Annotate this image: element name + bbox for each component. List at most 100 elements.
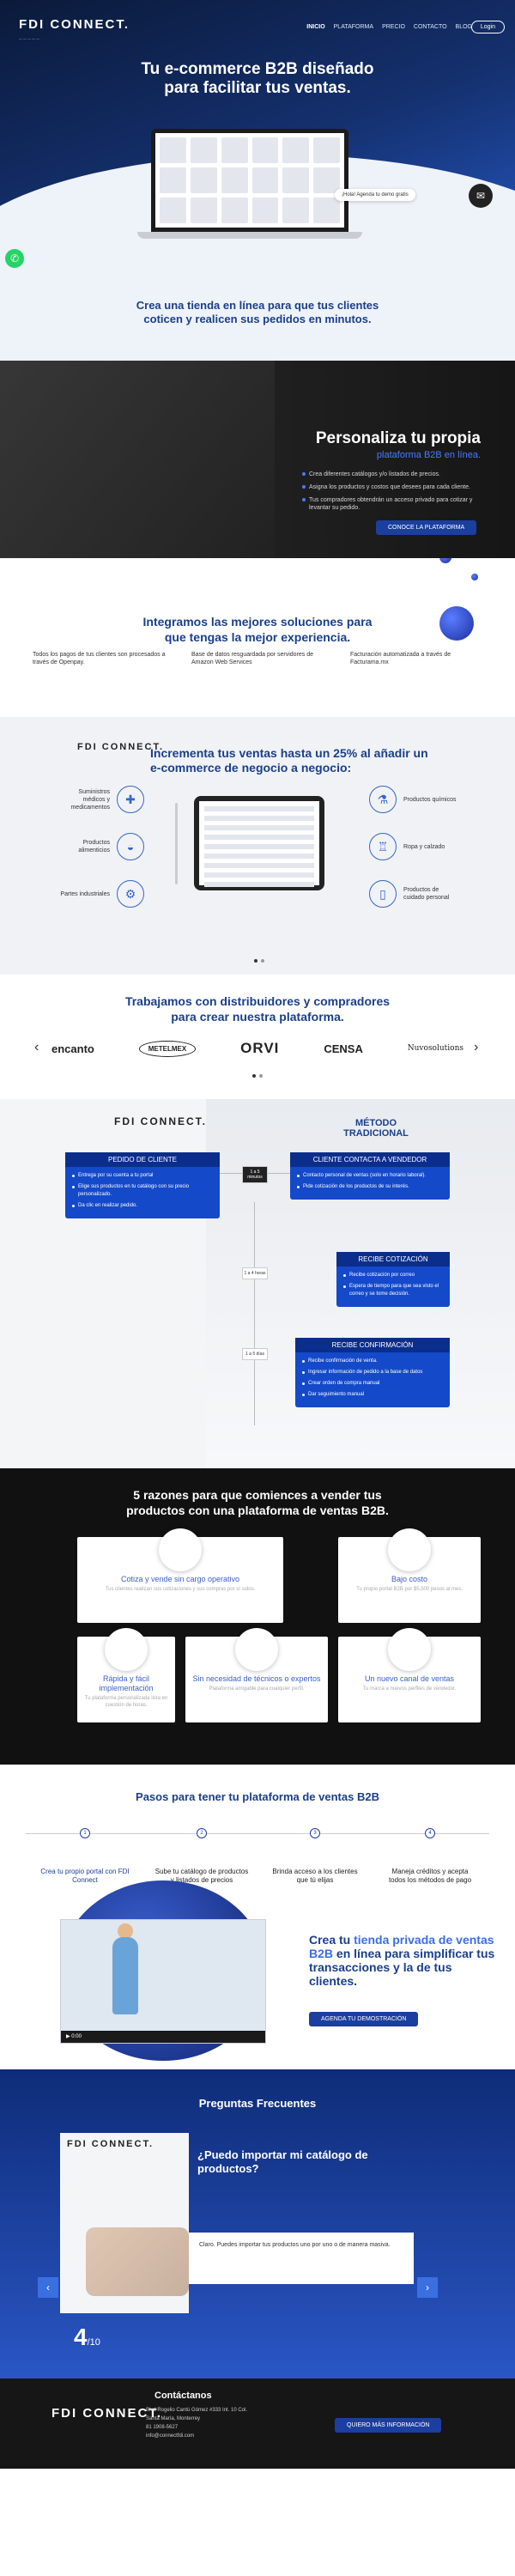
list-item: Recibe cotización por correo [343,1272,443,1279]
chevron-left-icon[interactable]: ‹ [34,1040,39,1055]
industry-clothing: ♖ Ropa y calzado [369,833,472,860]
video-controls[interactable]: ▶ 0:00 [61,2031,265,2043]
nav-item-plataforma[interactable]: PLATAFORMA [334,24,373,30]
integration-facturama: Facturación automatizada a través de Fac… [350,652,451,665]
partner-logo-nuvosolutions: Nuvosolutions [407,1044,464,1053]
industry-label: Productos químicos [403,796,457,803]
carousel-dots [252,1074,263,1078]
top-nav: FDI CONNECT. ————— INICIO PLATAFORMA PREC… [0,18,515,45]
faq-section: Preguntas Frecuentes FDI CONNECT. ¿Puedo… [0,2069,515,2379]
conoce-plataforma-button[interactable]: CONOCE LA PLATAFORMA [376,520,477,535]
list-item: Tus compradores obtendrán un acceso priv… [302,496,482,512]
incrementa-title: Incrementa tus ventas hasta un 25% al añ… [150,746,459,775]
flask-icon: ⚗ [369,786,397,813]
laptop-screen [155,133,344,228]
stylus-pen [175,803,178,884]
nav-item-contacto[interactable]: CONTACTO [414,24,447,30]
fdi-order-card: PEDIDO DE CLIENTE Entrega por su cuenta … [65,1152,220,1218]
shirt-icon: ♖ [369,833,397,860]
partner-logo-censa: CENSA [324,1042,363,1055]
partner-logos: encanto METELMEX ORVI CENSA Nuvosolution… [52,1040,464,1057]
list-item: Da clic en realizar pedido. [72,1202,213,1210]
chevron-left-icon[interactable]: ‹ [38,2277,58,2298]
hand-laptop-image [86,2227,189,2296]
video-player[interactable]: ▶ 0:00 [60,1919,266,2044]
chevron-right-icon[interactable]: › [474,1040,478,1055]
footer-phone[interactable]: 81 1908-5627 [146,2423,247,2432]
chat-prompt[interactable]: ¡Hola! Agenda tu demo gratis [335,189,415,201]
footer-email[interactable]: info@connectfdi.com [146,2432,247,2440]
hero-subtitle: Crea una tienda en línea para que tus cl… [0,299,515,326]
reason-icon [105,1628,148,1671]
carousel-dot[interactable] [259,1074,263,1078]
timeline-line [254,1202,255,1425]
reason-title: Un nuevo canal de ventas [364,1674,455,1683]
partner-logo-encanto: encanto [52,1042,94,1055]
step-number: 4 [425,1828,435,1838]
carousel-dot[interactable] [254,959,258,963]
industry-chemicals: ⚗ Productos químicos [369,786,472,813]
incrementa-title-line2: e-commerce de negocio a negocio: [150,761,352,775]
hero-subtitle-line2: coticen y realicen sus pedidos en minuto… [143,313,372,325]
faq-question: ¿Puedo importar mi catálogo de productos… [197,2148,368,2175]
laptop-mockup [151,129,348,232]
person-illustration [112,1937,138,2014]
traditional-title: MÉTODO TRADICIONAL [342,1118,410,1139]
step-number: 1 [80,1828,90,1838]
step-text: Maneja créditos y acepta todos los métod… [388,1868,472,1884]
integration-aws: Base de datos resguardada por servidores… [191,652,314,665]
carousel-dots [254,959,264,963]
laptop-base [137,232,362,239]
footer-heading: Contáctanos [154,2391,212,2401]
agenda-demo-button[interactable]: AGENDA TU DEMOSTRACIÓN [309,2012,419,2026]
connector-line [220,1173,242,1174]
reason-title: Bajo costo [391,1575,428,1583]
faq-current: 4 [74,2324,88,2350]
list-item: Entrega por su cuenta a tu portal [72,1172,213,1180]
partner-logo-metelmex: METELMEX [138,1040,197,1057]
industry-label: Suministros médicos y medicamentos [70,788,110,811]
integramos-title-line1: Integramos las mejores soluciones para [142,615,373,629]
step-text: Brinda acceso a los clientes que tú elij… [272,1868,358,1884]
card-header: PEDIDO DE CLIENTE [65,1152,220,1167]
reasons-title-line1: 5 razones para que comiences a vender tu… [133,1488,382,1502]
reason-icon [388,1528,431,1571]
cta-text: Crea tu [309,1933,354,1947]
partner-logo-orvi: ORVI [240,1040,280,1056]
nav-item-blog[interactable]: BLOG [456,24,472,30]
comparison-section: FDI CONNECT. MÉTODO TRADICIONAL PEDIDO DE… [0,1099,515,1468]
integramos-section: Integramos las mejores soluciones para qu… [0,558,515,717]
cta-text: en línea para simplificar tus transaccio… [309,1947,495,1988]
trad-confirm-card: RECIBE CONFIRMACIÓN Recibe confirmación … [295,1338,450,1407]
partners-section: Trabajamos con distribuidores y comprado… [0,975,515,1099]
whatsapp-icon[interactable]: ✆ [5,249,24,268]
reason-card: Un nuevo canal de ventas Tu marca a nuev… [338,1628,481,1722]
chat-icon[interactable]: ✉ [469,184,493,208]
fdi-logo: FDI CONNECT. [114,1115,207,1127]
integramos-title-line2: que tengas la mejor experiencia. [164,630,351,644]
personaliza-image [0,361,275,558]
reason-title: Cotiza y vende sin cargo operativo [120,1575,240,1583]
chevron-right-icon[interactable]: › [417,2277,438,2298]
industry-label: Productos alimenticios [78,840,110,854]
logo-tagline: ————— [19,36,40,40]
incrementa-title-line1: Incrementa tus ventas hasta un 25% al añ… [150,746,428,760]
nav-item-precio[interactable]: PRECIO [382,24,405,30]
carousel-dot[interactable] [252,1074,256,1078]
login-button[interactable]: Login [470,21,505,33]
step-item: 1 Crea tu propio portal con FDI Connect [38,1828,132,1885]
traditional-title-line1: MÉTODO [354,1118,397,1128]
carousel-dot[interactable] [261,959,264,963]
logo[interactable]: FDI CONNECT. ————— [19,18,130,45]
integration-openpay: Todos los pagos de tus clientes son proc… [33,652,166,665]
traditional-title-line2: TRADICIONAL [343,1128,409,1139]
step-item: 3 Brinda acceso a los clientes que tú eli… [268,1828,362,1885]
food-icon: ◒ [117,833,144,860]
reason-title: Rápida y fácil implementación [99,1674,154,1692]
more-info-button[interactable]: QUIERO MÁS INFORMACIÓN [335,2418,442,2433]
personaliza-lead: plataforma B2B en línea. [376,450,481,460]
industry-parts: Partes industriales ⚙ [58,880,153,908]
reason-title: Sin necesidad de técnicos o expertos [192,1674,321,1683]
hero-section: FDI CONNECT. ————— INICIO PLATAFORMA PREC… [0,0,515,361]
nav-item-inicio[interactable]: INICIO [306,24,324,30]
